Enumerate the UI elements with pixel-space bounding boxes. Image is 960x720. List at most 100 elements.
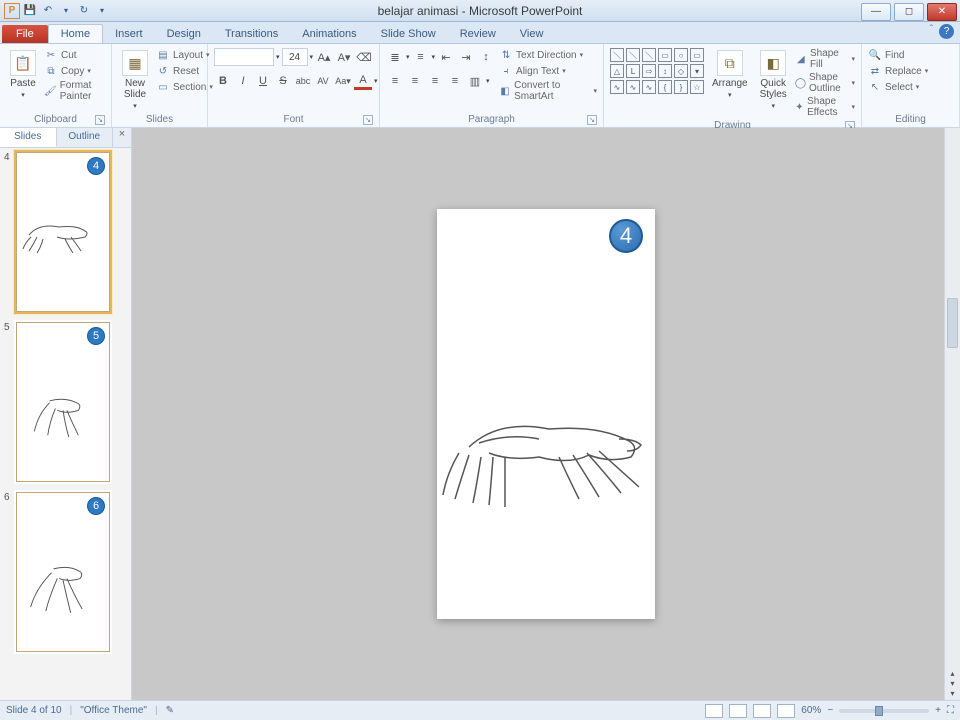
copy-button[interactable]: ⧉Copy▾ xyxy=(44,64,105,78)
font-family-combo[interactable] xyxy=(214,48,274,66)
section-button[interactable]: ▭Section▾ xyxy=(156,80,213,94)
line-spacing-button[interactable]: ↕ xyxy=(477,48,495,66)
numbering-button[interactable]: ≡ xyxy=(412,48,430,66)
font-color-button[interactable]: A xyxy=(354,72,372,90)
smartart-button[interactable]: ◧Convert to SmartArt▾ xyxy=(499,80,597,102)
font-size-combo[interactable]: 24 xyxy=(282,48,308,66)
panel-tab-slides[interactable]: Slides xyxy=(0,128,57,147)
minimize-button[interactable]: — xyxy=(861,3,891,21)
reset-button[interactable]: ↺Reset xyxy=(156,64,213,78)
tab-transitions[interactable]: Transitions xyxy=(213,25,290,43)
select-button[interactable]: ↖Select▾ xyxy=(868,80,928,94)
section-icon: ▭ xyxy=(156,80,170,94)
underline-button[interactable]: U xyxy=(254,72,272,90)
tab-file[interactable]: File xyxy=(2,25,48,43)
spellcheck-icon[interactable]: ✎ xyxy=(166,705,174,716)
shape-outline-button[interactable]: ◯Shape Outline▾ xyxy=(795,72,855,94)
dialog-launcher-icon[interactable]: ↘ xyxy=(95,115,105,125)
bird-drawing xyxy=(439,399,653,519)
shadow-button[interactable]: abc xyxy=(294,72,312,90)
bullets-button[interactable]: ≣ xyxy=(386,48,404,66)
prev-slide-icon[interactable]: ▴ xyxy=(950,669,954,678)
grow-font-button[interactable]: A▴ xyxy=(315,48,333,66)
next-slide-icon[interactable]: ▾ xyxy=(950,679,954,688)
shapes-gallery[interactable]: ＼＼＼▭○▭ △L⇨↕◇▾ ∿∿∿{}☆ xyxy=(610,48,704,94)
tab-design[interactable]: Design xyxy=(155,25,213,43)
slide-thumb-4[interactable]: 4 xyxy=(16,152,110,312)
text-direction-button[interactable]: ⇅Text Direction▾ xyxy=(499,48,597,62)
quick-access-toolbar: P 💾 ↶ ▾ ↻ ▾ xyxy=(0,3,110,19)
thumb-row[interactable]: 4 4 xyxy=(4,152,127,312)
clear-format-button[interactable]: ⌫ xyxy=(355,48,373,66)
spacing-button[interactable]: AV xyxy=(314,72,332,90)
thumb-row[interactable]: 5 5 xyxy=(4,322,127,482)
shrink-font-button[interactable]: A▾ xyxy=(335,48,353,66)
ribbon: 📋 Paste ▾ ✂Cut ⧉Copy▾ 🖌Format Painter Cl… xyxy=(0,44,960,128)
align-text-button[interactable]: ⫞Align Text▾ xyxy=(499,64,597,78)
align-left-button[interactable]: ≡ xyxy=(386,72,404,90)
align-right-button[interactable]: ≡ xyxy=(426,72,444,90)
italic-button[interactable]: I xyxy=(234,72,252,90)
fit-button[interactable]: ⛶ xyxy=(947,705,954,716)
reading-view-button[interactable] xyxy=(753,704,771,718)
inc-indent-button[interactable]: ⇥ xyxy=(457,48,475,66)
cut-button[interactable]: ✂Cut xyxy=(44,48,105,62)
tab-review[interactable]: Review xyxy=(448,25,508,43)
current-slide[interactable]: 4 xyxy=(437,209,655,619)
zoom-out-button[interactable]: − xyxy=(827,705,833,716)
panel-tab-outline[interactable]: Outline xyxy=(57,128,114,147)
tab-animations[interactable]: Animations xyxy=(290,25,368,43)
close-button[interactable]: ✕ xyxy=(927,3,957,21)
arrange-button[interactable]: ⧉ Arrange▾ xyxy=(708,48,752,101)
tab-view[interactable]: View xyxy=(508,25,556,43)
slide-editor[interactable]: 4 ▴ ▾ ▾ xyxy=(132,128,960,700)
columns-button[interactable]: ▥ xyxy=(466,72,484,90)
dialog-launcher-icon[interactable]: ↘ xyxy=(587,115,597,125)
quick-styles-button[interactable]: ◧ Quick Styles▾ xyxy=(756,48,791,112)
sorter-view-button[interactable] xyxy=(729,704,747,718)
save-icon[interactable]: 💾 xyxy=(22,3,38,19)
dec-indent-button[interactable]: ⇤ xyxy=(437,48,455,66)
slide-badge: 4 xyxy=(609,219,643,253)
case-button[interactable]: Aa▾ xyxy=(334,72,352,90)
zoom-in-button[interactable]: + xyxy=(935,705,941,716)
qat-customize[interactable]: ▾ xyxy=(94,3,110,19)
quick-styles-icon: ◧ xyxy=(760,50,786,76)
slideshow-view-button[interactable] xyxy=(777,704,795,718)
help-icon[interactable]: ? xyxy=(939,24,954,39)
next-slide-icon[interactable]: ▾ xyxy=(950,689,954,698)
paste-button[interactable]: 📋 Paste ▾ xyxy=(6,48,40,101)
zoom-knob[interactable] xyxy=(875,706,883,716)
tab-home[interactable]: Home xyxy=(48,24,103,43)
new-slide-button[interactable]: ▦ New Slide ▾ xyxy=(118,48,152,112)
align-center-button[interactable]: ≡ xyxy=(406,72,424,90)
layout-icon: ▤ xyxy=(156,48,170,62)
bird-sketch-icon xyxy=(21,383,107,453)
dialog-launcher-icon[interactable]: ↘ xyxy=(363,115,373,125)
thumb-row[interactable]: 6 6 xyxy=(4,492,127,652)
justify-button[interactable]: ≡ xyxy=(446,72,464,90)
zoom-slider[interactable] xyxy=(839,709,929,713)
maximize-button[interactable]: ◻ xyxy=(894,3,924,21)
find-button[interactable]: 🔍Find xyxy=(868,48,928,62)
normal-view-button[interactable] xyxy=(705,704,723,718)
tab-slideshow[interactable]: Slide Show xyxy=(369,25,448,43)
minimize-ribbon-icon[interactable]: ˆ xyxy=(930,24,933,39)
redo-icon[interactable]: ↻ xyxy=(76,3,92,19)
slide-thumb-5[interactable]: 5 xyxy=(16,322,110,482)
editor-scrollbar[interactable]: ▴ ▾ ▾ xyxy=(944,128,960,700)
scroll-thumb[interactable] xyxy=(947,298,958,348)
bold-button[interactable]: B xyxy=(214,72,232,90)
replace-button[interactable]: ⇄Replace▾ xyxy=(868,64,928,78)
shape-effects-button[interactable]: ✦Shape Effects▾ xyxy=(795,96,855,118)
undo-icon[interactable]: ↶ xyxy=(40,3,56,19)
panel-close-icon[interactable]: × xyxy=(113,128,131,147)
strike-button[interactable]: S xyxy=(274,72,292,90)
brush-icon: 🖌 xyxy=(44,84,57,98)
layout-button[interactable]: ▤Layout▾ xyxy=(156,48,213,62)
shape-fill-button[interactable]: ◢Shape Fill▾ xyxy=(795,48,855,70)
tab-insert[interactable]: Insert xyxy=(103,25,155,43)
slide-thumb-6[interactable]: 6 xyxy=(16,492,110,652)
format-painter-button[interactable]: 🖌Format Painter xyxy=(44,80,105,102)
status-bar: Slide 4 of 10 | "Office Theme" | ✎ 60% −… xyxy=(0,700,960,720)
